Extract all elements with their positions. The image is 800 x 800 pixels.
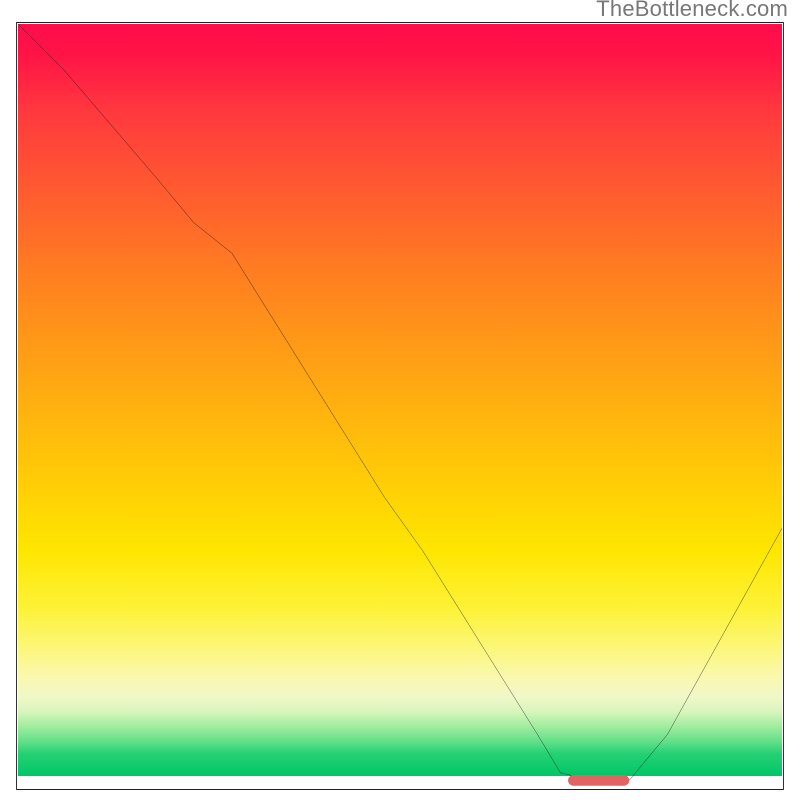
bottleneck-curve bbox=[18, 24, 782, 780]
plot-frame bbox=[18, 24, 782, 776]
optimal-marker bbox=[568, 775, 629, 786]
chart-container: TheBottleneck.com bbox=[0, 0, 800, 800]
plot-svg bbox=[18, 24, 782, 788]
watermark-label: TheBottleneck.com bbox=[596, 0, 788, 22]
